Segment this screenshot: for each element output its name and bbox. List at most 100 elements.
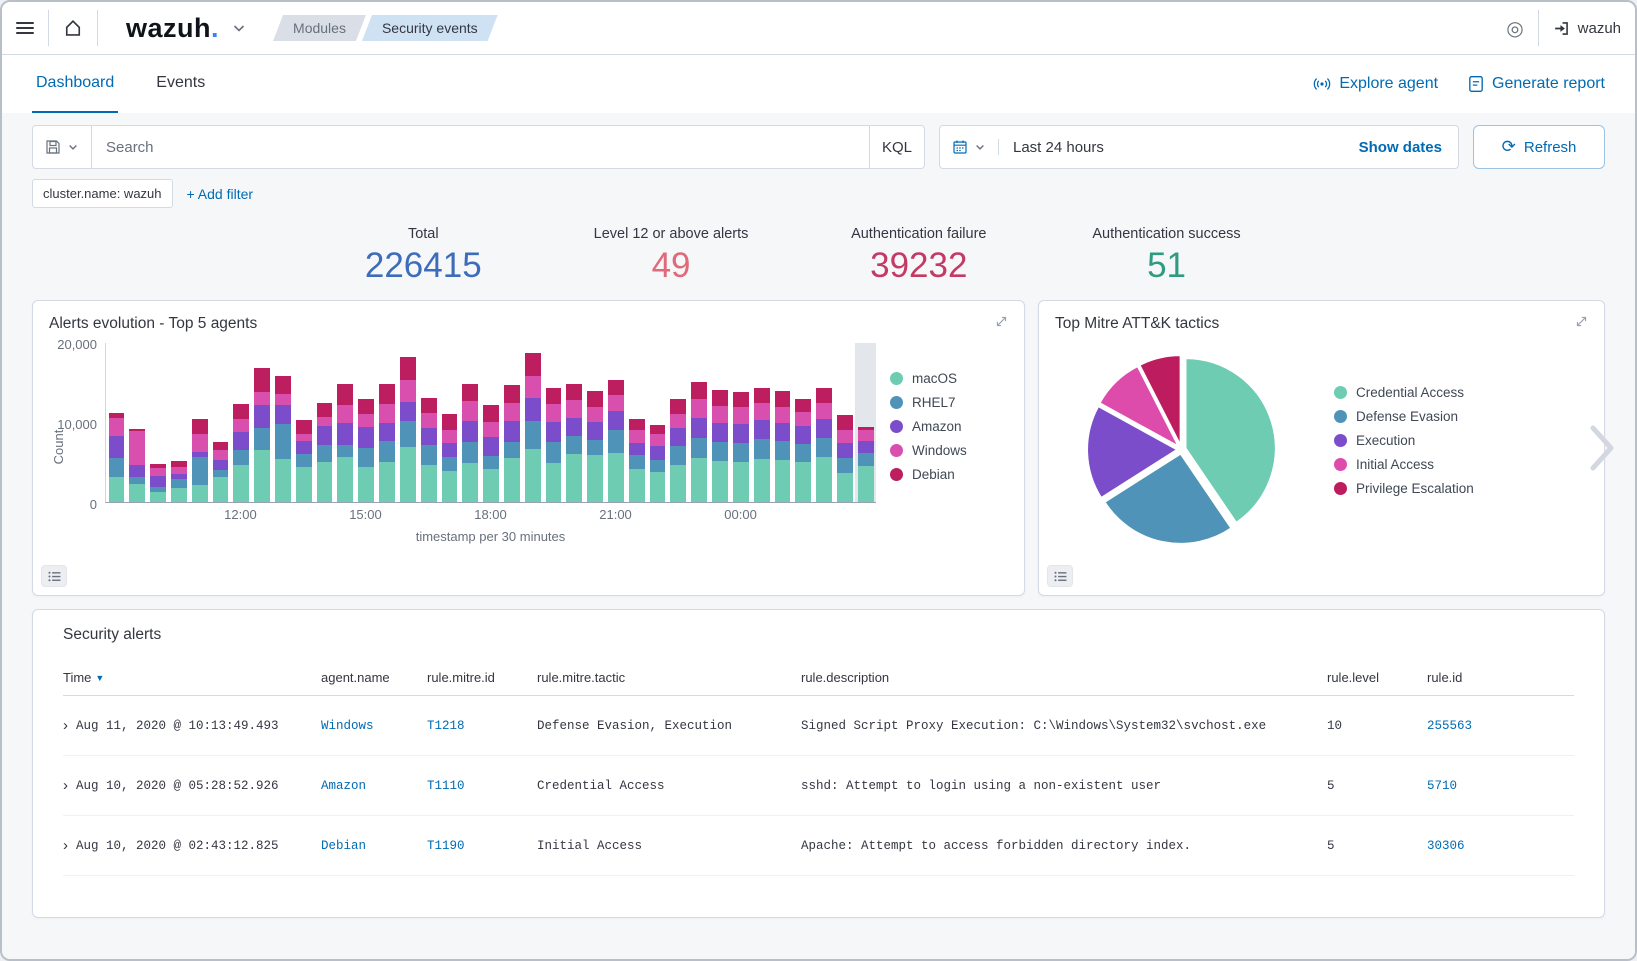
add-filter-button[interactable]: + Add filter [187,186,254,202]
tab-dashboard[interactable]: Dashboard [32,55,118,113]
bar-segment-macos [483,469,499,502]
bar-25[interactable] [626,343,647,502]
inspect-button[interactable] [1047,565,1073,587]
stat-value[interactable]: 39232 [795,246,1043,286]
cell-rule-id[interactable]: 255563 [1427,719,1574,733]
bar-0[interactable] [106,343,127,502]
legend-item-windows[interactable]: Windows [890,443,1014,458]
expand-row-icon[interactable]: › [63,718,68,733]
legend-item-privilege-escalation[interactable]: Privilege Escalation [1334,481,1474,496]
bar-segment-rhel7 [629,455,645,469]
chevron-down-icon[interactable] [231,20,247,36]
explore-agent-button[interactable]: Explore agent [1313,75,1438,93]
bar-8[interactable] [273,343,294,502]
column-header-time[interactable]: Time▼ [63,670,321,685]
bar-24[interactable] [606,343,627,502]
bar-33[interactable] [793,343,814,502]
bar-segment-debian [587,391,603,406]
legend-item-execution[interactable]: Execution [1334,433,1474,448]
bar-20[interactable] [522,343,543,502]
bar-1[interactable] [127,343,148,502]
cell-rule-mitre-id[interactable]: T1218 [427,719,537,733]
stat-value[interactable]: 49 [547,246,795,286]
bar-16[interactable] [439,343,460,502]
health-check-button[interactable]: ◎ [1492,2,1537,54]
legend-item-initial-access[interactable]: Initial Access [1334,457,1474,472]
stat-value[interactable]: 51 [1043,246,1291,286]
bar-6[interactable] [231,343,252,502]
expand-row-icon[interactable]: › [63,838,68,853]
bar-15[interactable] [418,343,439,502]
bar-segment-rhel7 [379,441,395,462]
expand-panel-icon[interactable] [995,315,1008,328]
menu-button[interactable] [2,2,48,54]
bar-17[interactable] [460,343,481,502]
bar-segment-macos [733,462,749,502]
legend-item-macos[interactable]: macOS [890,371,1014,386]
cell-agent-name[interactable]: Amazon [321,779,427,793]
legend-item-amazon[interactable]: Amazon [890,419,1014,434]
filter-pill-cluster-name[interactable]: cluster.name: wazuh [32,179,173,208]
bar-27[interactable] [668,343,689,502]
calendar-button[interactable] [940,139,999,155]
bar-21[interactable] [543,343,564,502]
cell-agent-name[interactable]: Debian [321,839,427,853]
refresh-button[interactable]: ⟳ Refresh [1473,125,1605,169]
saved-queries-button[interactable] [33,126,92,168]
bar-23[interactable] [585,343,606,502]
home-button[interactable] [49,2,97,54]
bar-10[interactable] [314,343,335,502]
bar-18[interactable] [481,343,502,502]
bar-26[interactable] [647,343,668,502]
bar-13[interactable] [377,343,398,502]
bar-31[interactable] [751,343,772,502]
legend-item-defense-evasion[interactable]: Defense Evasion [1334,409,1474,424]
breadcrumb-security-events[interactable]: Security events [362,15,498,41]
bar-4[interactable] [189,343,210,502]
bar-32[interactable] [772,343,793,502]
tab-events[interactable]: Events [152,55,209,113]
legend-item-rhel7[interactable]: RHEL7 [890,395,1014,410]
show-dates-button[interactable]: Show dates [1343,139,1458,156]
legend-item-debian[interactable]: Debian [890,467,1014,482]
kql-toggle[interactable]: KQL [869,126,924,168]
bar-9[interactable] [293,343,314,502]
bar-3[interactable] [168,343,189,502]
bar-12[interactable] [356,343,377,502]
wazuh-logo[interactable]: wazuh. [112,13,223,44]
bar-segment-amazon [525,398,541,421]
carousel-next-button[interactable] [1587,422,1617,474]
bar-segment-macos [754,459,770,502]
bar-34[interactable] [814,343,835,502]
time-range-value[interactable]: Last 24 hours [999,139,1343,156]
bar-29[interactable] [710,343,731,502]
expand-row-icon[interactable]: › [63,778,68,793]
user-menu[interactable]: wazuh [1539,2,1635,54]
legend-dot [1334,386,1347,399]
legend-item-credential-access[interactable]: Credential Access [1334,385,1474,400]
bar-22[interactable] [564,343,585,502]
bar-30[interactable] [730,343,751,502]
expand-panel-icon[interactable] [1575,315,1588,328]
bar-35[interactable] [834,343,855,502]
generate-report-button[interactable]: Generate report [1468,75,1605,93]
cell-agent-name[interactable]: Windows [321,719,427,733]
bar-14[interactable] [397,343,418,502]
breadcrumb-modules[interactable]: Modules [273,15,366,41]
inspect-button[interactable] [41,565,67,587]
bar-28[interactable] [689,343,710,502]
stat-value[interactable]: 226415 [299,246,547,286]
bar-5[interactable] [210,343,231,502]
bar-segment-macos [254,450,270,502]
bar-2[interactable] [148,343,169,502]
stat-auth-failure: Authentication failure 39232 [795,226,1043,286]
cell-rule-id[interactable]: 30306 [1427,839,1574,853]
cell-rule-id[interactable]: 5710 [1427,779,1574,793]
cell-rule-mitre-id[interactable]: T1190 [427,839,537,853]
search-input[interactable] [92,126,869,168]
bar-11[interactable] [335,343,356,502]
bar-36[interactable] [855,343,876,502]
cell-rule-mitre-id[interactable]: T1110 [427,779,537,793]
bar-7[interactable] [252,343,273,502]
bar-19[interactable] [501,343,522,502]
